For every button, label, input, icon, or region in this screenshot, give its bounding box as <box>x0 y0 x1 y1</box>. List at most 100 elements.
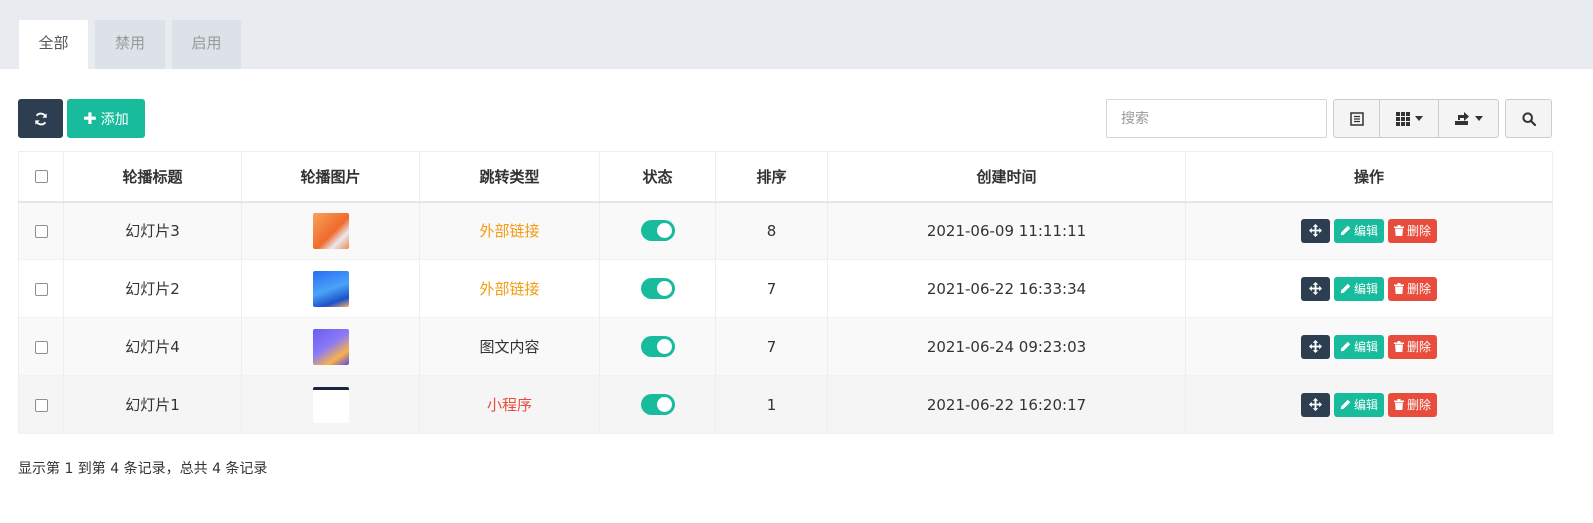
table-row[interactable]: 幻灯片1 小程序 1 2021-06-22 16:20:17 编辑 删除 <box>18 375 1553 434</box>
search-input[interactable] <box>1106 99 1327 138</box>
move-icon <box>1308 398 1322 411</box>
edit-button[interactable]: 编辑 <box>1333 276 1384 301</box>
cell-type: 图文内容 <box>419 317 600 376</box>
banner-thumbnail[interactable] <box>312 270 349 307</box>
cell-created: 2021-06-09 11:11:11 <box>827 201 1186 260</box>
columns-dropdown-button[interactable] <box>1380 100 1439 137</box>
export-dropdown-button[interactable] <box>1439 100 1498 137</box>
refresh-icon <box>34 112 47 125</box>
cell-created: 2021-06-22 16:20:17 <box>827 375 1186 434</box>
table-row[interactable]: 幻灯片4 图文内容 7 2021-06-24 09:23:03 编辑 删除 <box>18 317 1553 376</box>
cell-status <box>599 201 716 260</box>
edit-label: 编辑 <box>1353 224 1378 239</box>
cell-status <box>599 259 716 318</box>
column-header-image[interactable]: 轮播图片 <box>241 151 420 203</box>
column-header-actions: 操作 <box>1185 151 1553 203</box>
grid-icon <box>1395 111 1410 126</box>
toggle-view-button[interactable] <box>1334 100 1380 137</box>
row-checkbox[interactable] <box>34 340 48 354</box>
pencil-icon <box>1340 283 1351 294</box>
refresh-button[interactable] <box>18 99 63 138</box>
table-row[interactable]: 幻灯片3 外部链接 8 2021-06-09 11:11:11 编辑 删除 <box>18 201 1553 260</box>
cell-type: 外部链接 <box>419 259 600 318</box>
banner-thumbnail[interactable] <box>312 212 349 249</box>
drag-button[interactable] <box>1300 218 1330 243</box>
cell-actions: 编辑 删除 <box>1185 259 1553 318</box>
select-all-checkbox[interactable] <box>34 170 48 184</box>
column-header-status[interactable]: 状态 <box>599 151 716 203</box>
cell-created: 2021-06-22 16:33:34 <box>827 259 1186 318</box>
search-icon <box>1521 111 1536 126</box>
status-toggle[interactable] <box>640 220 675 242</box>
trash-icon <box>1394 341 1404 352</box>
status-toggle[interactable] <box>640 278 675 299</box>
cell-actions: 编辑 删除 <box>1185 201 1553 260</box>
column-header-type[interactable]: 跳转类型 <box>419 151 600 203</box>
tab-bar: 全部 禁用 启用 <box>0 0 1593 69</box>
pencil-icon <box>1340 399 1351 410</box>
cell-title: 幻灯片3 <box>63 201 242 260</box>
delete-label: 删除 <box>1407 282 1432 296</box>
cell-status <box>599 317 716 376</box>
add-button[interactable]: ✚ 添加 <box>67 99 145 138</box>
status-toggle[interactable] <box>640 336 675 357</box>
banner-thumbnail[interactable] <box>312 386 349 423</box>
cell-image <box>241 259 420 318</box>
delete-button[interactable]: 删除 <box>1388 392 1438 417</box>
trash-icon <box>1394 399 1404 410</box>
move-icon <box>1308 340 1322 353</box>
cell-title: 幻灯片1 <box>63 375 242 434</box>
delete-label: 删除 <box>1407 398 1432 412</box>
cell-sort: 7 <box>715 317 828 376</box>
search-button[interactable] <box>1505 99 1552 138</box>
table-tools-group <box>1333 99 1499 138</box>
cell-image <box>241 375 420 434</box>
tab-disabled[interactable]: 禁用 <box>95 20 165 69</box>
row-select-cell <box>18 259 64 318</box>
tab-all[interactable]: 全部 <box>19 20 88 69</box>
pagination-info: 显示第 1 到第 4 条记录，总共 4 条记录 <box>18 461 268 477</box>
drag-button[interactable] <box>1300 392 1330 417</box>
table-header-row: 轮播标题 轮播图片 跳转类型 状态 排序 创建时间 操作 <box>18 151 1553 203</box>
column-header-created[interactable]: 创建时间 <box>827 151 1186 203</box>
plus-icon: ✚ <box>83 109 97 128</box>
pencil-icon <box>1340 225 1351 236</box>
delete-label: 删除 <box>1407 340 1432 354</box>
tab-enabled[interactable]: 启用 <box>172 20 241 69</box>
cell-title: 幻灯片4 <box>63 317 242 376</box>
banner-table: 轮播标题 轮播图片 跳转类型 状态 排序 创建时间 操作 幻灯片3 外部链接 8 20… <box>18 151 1553 434</box>
select-all-cell <box>18 151 64 203</box>
cell-sort: 1 <box>715 375 828 434</box>
trash-icon <box>1394 283 1404 294</box>
edit-button[interactable]: 编辑 <box>1333 218 1384 243</box>
trash-icon <box>1394 225 1404 237</box>
move-icon <box>1308 224 1322 238</box>
column-header-sort[interactable]: 排序 <box>715 151 828 203</box>
move-icon <box>1308 282 1322 295</box>
delete-button[interactable]: 删除 <box>1388 276 1438 301</box>
row-checkbox[interactable] <box>34 224 48 238</box>
cell-image <box>241 201 420 260</box>
edit-label: 编辑 <box>1353 282 1378 296</box>
edit-label: 编辑 <box>1353 340 1378 354</box>
cell-sort: 7 <box>715 259 828 318</box>
pencil-icon <box>1340 341 1351 352</box>
edit-button[interactable]: 编辑 <box>1333 334 1384 359</box>
drag-button[interactable] <box>1300 276 1330 301</box>
delete-button[interactable]: 删除 <box>1388 218 1438 243</box>
banner-thumbnail[interactable] <box>312 328 349 365</box>
row-select-cell <box>18 317 64 376</box>
delete-label: 删除 <box>1407 224 1432 239</box>
column-header-title[interactable]: 轮播标题 <box>63 151 242 203</box>
cell-image <box>241 317 420 376</box>
drag-button[interactable] <box>1300 334 1330 359</box>
row-checkbox[interactable] <box>34 282 48 296</box>
list-view-icon <box>1349 111 1364 126</box>
add-button-label: 添加 <box>100 111 129 128</box>
row-checkbox[interactable] <box>34 398 48 412</box>
delete-button[interactable]: 删除 <box>1388 334 1438 359</box>
table-row[interactable]: 幻灯片2 外部链接 7 2021-06-22 16:33:34 编辑 删除 <box>18 259 1553 318</box>
status-toggle[interactable] <box>640 394 675 415</box>
cell-type: 外部链接 <box>419 201 600 260</box>
edit-button[interactable]: 编辑 <box>1333 392 1384 417</box>
